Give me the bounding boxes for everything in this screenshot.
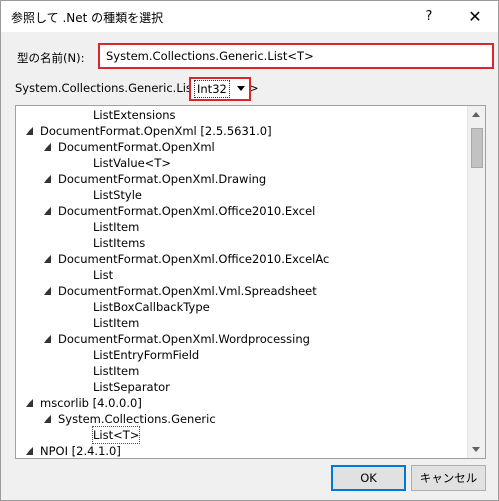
ok-button[interactable]: OK — [331, 465, 406, 491]
tree-row[interactable]: DocumentFormat.OpenXml — [16, 139, 468, 155]
tree-row[interactable]: ListItem — [16, 219, 468, 235]
expanded-triangle-icon[interactable] — [26, 447, 33, 455]
expanded-triangle-icon[interactable] — [26, 399, 33, 407]
tree-row-label: ListValue<T> — [93, 156, 171, 170]
expanded-triangle-icon[interactable] — [44, 335, 51, 343]
window-title: 参照して .Net の種類を選択 — [11, 11, 164, 25]
tree-row[interactable]: ListValue<T> — [16, 155, 468, 171]
tree-row-label: System.Collections.Generic — [58, 412, 216, 426]
tree-row[interactable]: List — [16, 267, 468, 283]
expanded-triangle-icon[interactable] — [44, 175, 51, 183]
tree-row-label: List — [93, 268, 114, 282]
tree-row[interactable]: DocumentFormat.OpenXml.Wordprocessing — [16, 331, 468, 347]
close-icon: ✕ — [468, 7, 482, 26]
tree-row[interactable]: DocumentFormat.OpenXml.Vml.Spreadsheet — [16, 283, 468, 299]
tree-row-label: ListSeparator — [93, 380, 170, 394]
tree-row[interactable]: ListItem — [16, 363, 468, 379]
expanded-triangle-icon[interactable] — [44, 143, 51, 151]
scroll-up-icon[interactable] — [472, 112, 480, 117]
scroll-thumb[interactable] — [471, 128, 483, 168]
scroll-down-icon[interactable] — [472, 447, 480, 452]
expanded-triangle-icon[interactable] — [44, 207, 51, 215]
tree-row-label: DocumentFormat.OpenXml.Office2010.ExcelA… — [58, 252, 330, 266]
tree-row-label: ListItem — [93, 364, 140, 378]
tree-row[interactable]: ListBoxCallbackType — [16, 299, 468, 315]
tree-row[interactable]: ListExtensions — [16, 107, 468, 123]
tree-row[interactable]: ListItem — [16, 315, 468, 331]
tree-row[interactable]: List<T> — [16, 426, 468, 444]
tree-row-label: DocumentFormat.OpenXml.Drawing — [58, 172, 267, 186]
type-tree[interactable]: ListExtensions DocumentFormat.OpenXml [2.… — [15, 105, 486, 459]
tree-row-label: ListItem — [93, 316, 140, 330]
tree-row-label: DocumentFormat.OpenXml — [58, 140, 215, 154]
expanded-triangle-icon[interactable] — [44, 415, 51, 423]
tree-row-label: ListItems — [93, 236, 146, 250]
tree-row-label: ListExtensions — [93, 108, 176, 122]
cancel-button[interactable]: キャンセル — [411, 465, 486, 491]
tree-row[interactable]: DocumentFormat.OpenXml.Drawing — [16, 171, 468, 187]
tree-row[interactable]: ListItems — [16, 235, 468, 251]
tree-row-label: mscorlib [4.0.0.0] — [40, 396, 142, 410]
tree-row-label: DocumentFormat.OpenXml.Office2010.Excel — [58, 204, 316, 218]
tree-row[interactable]: DocumentFormat.OpenXml [2.5.5631.0] — [16, 123, 468, 139]
type-name-label: 型の名前(N): — [17, 51, 85, 65]
tree-row[interactable]: DocumentFormat.OpenXml.Office2010.Excel — [16, 203, 468, 219]
tree-row[interactable]: ListSeparator — [16, 379, 468, 395]
tree-row-label: DocumentFormat.OpenXml [2.5.5631.0] — [40, 124, 272, 138]
tree-row[interactable]: mscorlib [4.0.0.0] — [16, 395, 468, 411]
tree-scrollbar[interactable] — [467, 106, 485, 458]
tree-row-label: NPOI [2.4.1.0] — [40, 444, 121, 458]
tree-row[interactable]: System.Collections.Generic — [16, 411, 468, 427]
tree-row-label: DocumentFormat.OpenXml.Vml.Spreadsheet — [58, 284, 317, 298]
title-bar: 参照して .Net の種類を選択 ? ✕ — [1, 1, 498, 32]
tree-row[interactable]: DocumentFormat.OpenXml.Office2010.ExcelA… — [16, 251, 468, 267]
tree-row-label: ListBoxCallbackType — [93, 300, 210, 314]
generic-arg-value: Int32 — [194, 80, 230, 98]
expanded-triangle-icon[interactable] — [26, 127, 33, 135]
generic-type-prefix: System.Collections.Generic.List < — [15, 81, 210, 95]
generic-arg-select[interactable]: Int32 — [189, 77, 251, 101]
close-button[interactable]: ✕ — [453, 1, 497, 32]
tree-row-label: List<T> — [91, 426, 141, 444]
help-button[interactable]: ? — [411, 1, 447, 32]
dropdown-arrow-icon — [237, 86, 245, 91]
expanded-triangle-icon[interactable] — [44, 287, 51, 295]
select-net-type-dialog: 参照して .Net の種類を選択 ? ✕ 型の名前(N): System.Col… — [0, 0, 499, 501]
tree-row[interactable]: NPOI [2.4.1.0] — [16, 443, 468, 458]
tree-row-label: ListEntryFormField — [93, 348, 200, 362]
expanded-triangle-icon[interactable] — [44, 255, 51, 263]
tree-row[interactable]: ListStyle — [16, 187, 468, 203]
tree-row-label: ListItem — [93, 220, 140, 234]
tree-row[interactable]: ListEntryFormField — [16, 347, 468, 363]
tree-row-label: DocumentFormat.OpenXml.Wordprocessing — [58, 332, 310, 346]
type-name-input[interactable]: System.Collections.Generic.List<T> — [98, 43, 494, 69]
tree-row-label: ListStyle — [93, 188, 142, 202]
